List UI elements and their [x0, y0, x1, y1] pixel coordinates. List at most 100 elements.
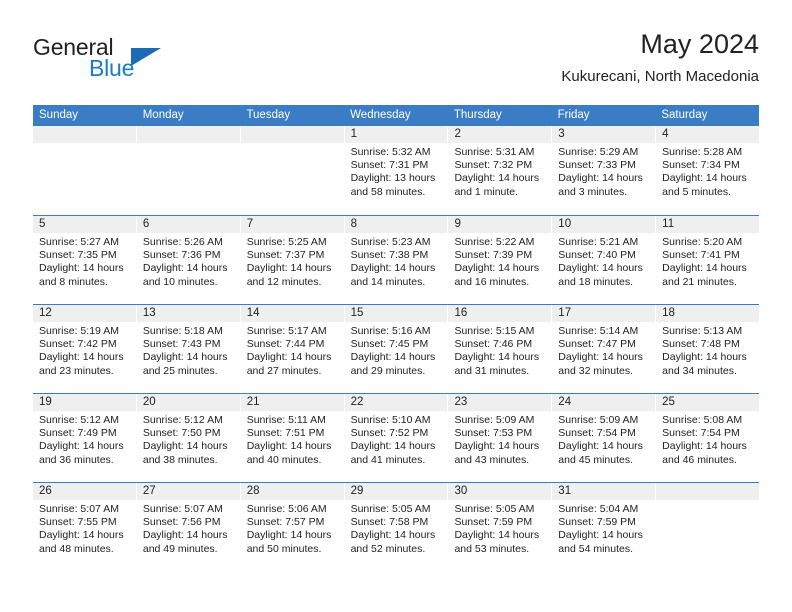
day-details: Sunrise: 5:14 AM Sunset: 7:47 PM Dayligh…: [552, 322, 655, 378]
sunrise-text: Sunrise: 5:17 AM: [246, 325, 327, 337]
daylight-text-line2: and 5 minutes.: [662, 185, 732, 198]
calendar-week-row: 12 Sunrise: 5:19 AM Sunset: 7:42 PM Dayl…: [33, 304, 760, 393]
day-number: [33, 126, 136, 143]
sunset-text: Sunset: 7:41 PM: [662, 249, 740, 262]
brand-logo[interactable]: General Blue: [33, 34, 213, 90]
day-cell[interactable]: 30 Sunrise: 5:05 AM Sunset: 7:59 PM Dayl…: [447, 483, 552, 571]
sunrise-text: Sunrise: 5:16 AM: [350, 325, 431, 337]
sunrise-text: Sunrise: 5:11 AM: [246, 414, 326, 426]
day-cell[interactable]: [33, 126, 136, 215]
day-cell[interactable]: 7 Sunrise: 5:25 AM Sunset: 7:37 PM Dayli…: [239, 216, 344, 304]
day-number: 17: [552, 305, 656, 322]
day-number: 26: [33, 483, 136, 500]
day-details: Sunrise: 5:09 AM Sunset: 7:53 PM Dayligh…: [448, 411, 551, 467]
daylight-text-line1: Daylight: 14 hours: [39, 529, 124, 542]
sunrise-text: Sunrise: 5:20 AM: [662, 236, 743, 248]
day-details: [137, 143, 240, 146]
sunrise-text: Sunrise: 5:28 AM: [662, 146, 743, 158]
day-details: Sunrise: 5:20 AM Sunset: 7:41 PM Dayligh…: [656, 233, 759, 289]
day-details: Sunrise: 5:18 AM Sunset: 7:43 PM Dayligh…: [137, 322, 240, 378]
sunset-text: Sunset: 7:38 PM: [350, 249, 429, 262]
sunrise-text: Sunrise: 5:14 AM: [558, 325, 639, 337]
day-cell[interactable]: 25 Sunrise: 5:08 AM Sunset: 7:54 PM Dayl…: [655, 394, 760, 482]
day-cell[interactable]: [135, 126, 240, 215]
day-number: 15: [344, 305, 448, 322]
day-cell[interactable]: 8 Sunrise: 5:23 AM Sunset: 7:38 PM Dayli…: [343, 216, 448, 304]
day-cell[interactable]: 9 Sunrise: 5:22 AM Sunset: 7:39 PM Dayli…: [447, 216, 552, 304]
sunrise-text: Sunrise: 5:06 AM: [246, 503, 327, 515]
daylight-text-line2: and 36 minutes.: [39, 453, 114, 466]
weekday-header-sunday: Sunday: [39, 109, 79, 121]
day-cell[interactable]: 11 Sunrise: 5:20 AM Sunset: 7:41 PM Dayl…: [655, 216, 760, 304]
day-details: Sunrise: 5:21 AM Sunset: 7:40 PM Dayligh…: [552, 233, 655, 289]
day-cell[interactable]: 18 Sunrise: 5:13 AM Sunset: 7:48 PM Dayl…: [655, 305, 760, 393]
daylight-text-line2: and 31 minutes.: [454, 364, 530, 377]
daylight-text-line1: Daylight: 14 hours: [662, 172, 747, 185]
page-title: May 2024: [640, 29, 759, 59]
daylight-text-line1: Daylight: 14 hours: [454, 262, 540, 275]
daylight-text-line2: and 27 minutes.: [246, 364, 322, 377]
day-cell[interactable]: 16 Sunrise: 5:15 AM Sunset: 7:46 PM Dayl…: [447, 305, 552, 393]
day-cell[interactable]: 10 Sunrise: 5:21 AM Sunset: 7:40 PM Dayl…: [551, 216, 656, 304]
day-cell[interactable]: 29 Sunrise: 5:05 AM Sunset: 7:58 PM Dayl…: [343, 483, 448, 571]
day-number: 3: [552, 126, 656, 143]
day-details: Sunrise: 5:23 AM Sunset: 7:38 PM Dayligh…: [345, 233, 448, 289]
calendar-week-row: 5 Sunrise: 5:27 AM Sunset: 7:35 PM Dayli…: [33, 215, 760, 304]
day-cell[interactable]: 12 Sunrise: 5:19 AM Sunset: 7:42 PM Dayl…: [33, 305, 136, 393]
day-cell[interactable]: 6 Sunrise: 5:26 AM Sunset: 7:36 PM Dayli…: [135, 216, 240, 304]
day-cell[interactable]: 4 Sunrise: 5:28 AM Sunset: 7:34 PM Dayli…: [655, 126, 760, 215]
day-cell[interactable]: 23 Sunrise: 5:09 AM Sunset: 7:53 PM Dayl…: [447, 394, 552, 482]
daylight-text-line2: and 12 minutes.: [246, 275, 322, 288]
sunset-text: Sunset: 7:48 PM: [662, 338, 740, 351]
day-details: Sunrise: 5:29 AM Sunset: 7:33 PM Dayligh…: [552, 143, 655, 199]
day-cell[interactable]: 31 Sunrise: 5:04 AM Sunset: 7:59 PM Dayl…: [551, 483, 656, 571]
day-cell[interactable]: 13 Sunrise: 5:18 AM Sunset: 7:43 PM Dayl…: [135, 305, 240, 393]
day-cell[interactable]: 28 Sunrise: 5:06 AM Sunset: 7:57 PM Dayl…: [239, 483, 344, 571]
day-cell[interactable]: 1 Sunrise: 5:32 AM Sunset: 7:31 PM Dayli…: [343, 126, 448, 215]
day-cell[interactable]: 15 Sunrise: 5:16 AM Sunset: 7:45 PM Dayl…: [343, 305, 448, 393]
daylight-text-line1: Daylight: 14 hours: [350, 440, 436, 453]
day-cell[interactable]: [239, 126, 344, 215]
day-cell[interactable]: 24 Sunrise: 5:09 AM Sunset: 7:54 PM Dayl…: [551, 394, 656, 482]
daylight-text-line2: and 18 minutes.: [558, 275, 634, 288]
day-cell[interactable]: [655, 483, 760, 571]
day-cell[interactable]: 21 Sunrise: 5:11 AM Sunset: 7:51 PM Dayl…: [239, 394, 344, 482]
day-number: 18: [656, 305, 760, 322]
sunset-text: Sunset: 7:57 PM: [246, 516, 325, 529]
day-cell[interactable]: 5 Sunrise: 5:27 AM Sunset: 7:35 PM Dayli…: [33, 216, 136, 304]
day-cell[interactable]: 3 Sunrise: 5:29 AM Sunset: 7:33 PM Dayli…: [551, 126, 656, 215]
daylight-text-line2: and 52 minutes.: [350, 542, 426, 555]
daylight-text-line2: and 10 minutes.: [142, 275, 218, 288]
daylight-text-line1: Daylight: 14 hours: [246, 529, 332, 542]
sunset-text: Sunset: 7:50 PM: [142, 427, 221, 440]
day-cell[interactable]: 2 Sunrise: 5:31 AM Sunset: 7:32 PM Dayli…: [447, 126, 552, 215]
sunset-text: Sunset: 7:59 PM: [454, 516, 533, 529]
daylight-text-line2: and 54 minutes.: [558, 542, 634, 555]
day-cell[interactable]: 27 Sunrise: 5:07 AM Sunset: 7:56 PM Dayl…: [135, 483, 240, 571]
day-number: 31: [552, 483, 656, 500]
day-number: 23: [448, 394, 552, 411]
day-details: Sunrise: 5:19 AM Sunset: 7:42 PM Dayligh…: [33, 322, 136, 378]
sunset-text: Sunset: 7:52 PM: [350, 427, 429, 440]
sunset-text: Sunset: 7:54 PM: [558, 427, 636, 440]
day-cell[interactable]: 17 Sunrise: 5:14 AM Sunset: 7:47 PM Dayl…: [551, 305, 656, 393]
day-details: Sunrise: 5:26 AM Sunset: 7:36 PM Dayligh…: [137, 233, 240, 289]
day-cell[interactable]: 26 Sunrise: 5:07 AM Sunset: 7:55 PM Dayl…: [33, 483, 136, 571]
sunrise-text: Sunrise: 5:12 AM: [142, 414, 223, 426]
daylight-text-line2: and 14 minutes.: [350, 275, 426, 288]
day-details: [656, 500, 759, 503]
sunset-text: Sunset: 7:42 PM: [39, 338, 117, 351]
daylight-text-line2: and 49 minutes.: [142, 542, 218, 555]
day-cell[interactable]: 19 Sunrise: 5:12 AM Sunset: 7:49 PM Dayl…: [33, 394, 136, 482]
sunrise-text: Sunrise: 5:07 AM: [142, 503, 223, 515]
daylight-text-line2: and 58 minutes.: [350, 185, 426, 198]
sunrise-text: Sunrise: 5:09 AM: [558, 414, 639, 426]
calendar-week-row: 19 Sunrise: 5:12 AM Sunset: 7:49 PM Dayl…: [33, 393, 760, 482]
day-cell[interactable]: 20 Sunrise: 5:12 AM Sunset: 7:50 PM Dayl…: [135, 394, 240, 482]
sunrise-text: Sunrise: 5:05 AM: [350, 503, 431, 515]
calendar-week-row: 1 Sunrise: 5:32 AM Sunset: 7:31 PM Dayli…: [33, 126, 760, 215]
daylight-text-line1: Daylight: 14 hours: [558, 351, 643, 364]
day-cell[interactable]: 14 Sunrise: 5:17 AM Sunset: 7:44 PM Dayl…: [239, 305, 344, 393]
day-cell[interactable]: 22 Sunrise: 5:10 AM Sunset: 7:52 PM Dayl…: [343, 394, 448, 482]
daylight-text-line1: Daylight: 14 hours: [142, 262, 228, 275]
